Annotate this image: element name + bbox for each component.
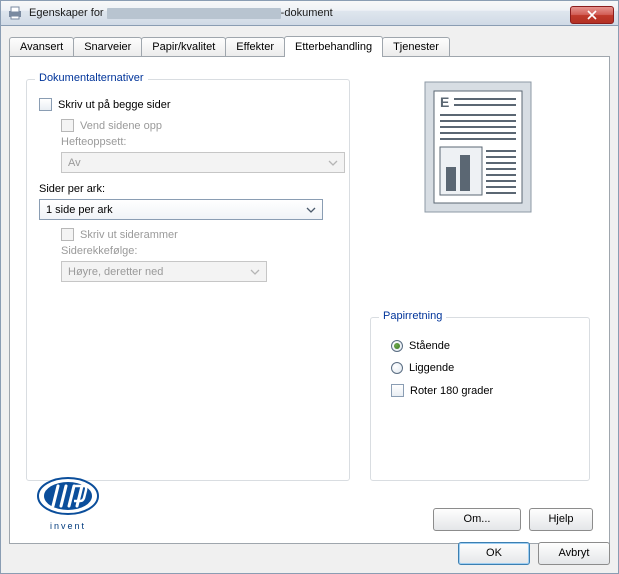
- combo-value: Høyre, deretter ned: [68, 266, 163, 278]
- dialog-client: Avansert Snarveier Papir/kvalitet Effekt…: [0, 26, 619, 574]
- printer-icon: [7, 5, 23, 21]
- titlebar: Egenskaper for -dokument: [0, 0, 619, 26]
- checkbox-icon: [61, 119, 74, 132]
- checkbox-icon: [391, 384, 404, 397]
- radio-label: Stående: [409, 340, 450, 352]
- tab-page-finishing: Dokumentalternativer Skriv ut på begge s…: [9, 56, 610, 544]
- group-legend: Papirretning: [379, 310, 446, 322]
- window-title: Egenskaper for -dokument: [29, 7, 570, 19]
- checkbox-page-borders: Skriv ut siderammer: [61, 228, 337, 241]
- chevron-down-icon: [247, 264, 262, 279]
- radio-icon: [391, 362, 403, 374]
- chevron-down-icon: [325, 155, 340, 170]
- checkbox-rotate-180[interactable]: Roter 180 grader: [391, 384, 577, 397]
- page-preview-icon: E: [424, 81, 536, 217]
- combo-page-order: Høyre, deretter ned: [61, 261, 267, 282]
- chevron-down-icon: [303, 202, 318, 217]
- group-document-options: Dokumentalternativer Skriv ut på begge s…: [26, 79, 350, 481]
- checkbox-print-both-sides[interactable]: Skriv ut på begge sider: [39, 98, 337, 111]
- radio-landscape[interactable]: Liggende: [391, 362, 577, 374]
- tab-paper[interactable]: Papir/kvalitet: [141, 37, 226, 56]
- radio-label: Liggende: [409, 362, 454, 374]
- combo-booklet: Av: [61, 152, 345, 173]
- checkbox-flip-up: Vend sidene opp: [61, 119, 337, 132]
- hp-logo: invent: [26, 476, 110, 531]
- group-orientation: Papirretning Stående Liggende Roter 180 …: [370, 317, 590, 481]
- checkbox-label: Roter 180 grader: [410, 385, 493, 397]
- radio-portrait[interactable]: Stående: [391, 340, 577, 352]
- combo-value: Av: [68, 157, 81, 169]
- dialog-buttons: OK Avbryt: [458, 542, 610, 565]
- checkbox-label: Vend sidene opp: [80, 120, 162, 132]
- checkbox-icon: [39, 98, 52, 111]
- svg-text:E: E: [440, 94, 449, 110]
- group-legend: Dokumentalternativer: [35, 72, 148, 84]
- tab-shortcuts[interactable]: Snarveier: [73, 37, 142, 56]
- label-pages-per-sheet: Sider per ark:: [39, 183, 337, 195]
- combo-pages-per-sheet[interactable]: 1 side per ark: [39, 199, 323, 220]
- checkbox-label: Skriv ut siderammer: [80, 229, 178, 241]
- radio-icon: [391, 340, 403, 352]
- cancel-button[interactable]: Avbryt: [538, 542, 610, 565]
- hp-invent-label: invent: [26, 521, 110, 531]
- ok-button[interactable]: OK: [458, 542, 530, 565]
- tab-row: Avansert Snarveier Papir/kvalitet Effekt…: [9, 34, 610, 56]
- label-booklet: Hefteoppsett:: [61, 136, 337, 148]
- tab-effects[interactable]: Effekter: [225, 37, 285, 56]
- checkbox-label: Skriv ut på begge sider: [58, 99, 171, 111]
- tab-finishing[interactable]: Etterbehandling: [284, 36, 383, 57]
- tab-advanced[interactable]: Avansert: [9, 37, 74, 56]
- tabpage-buttons: Om... Hjelp: [433, 508, 593, 531]
- label-page-order: Siderekkefølge:: [61, 245, 337, 257]
- help-button[interactable]: Hjelp: [529, 508, 593, 531]
- about-button[interactable]: Om...: [433, 508, 521, 531]
- close-button[interactable]: [570, 6, 614, 24]
- checkbox-icon: [61, 228, 74, 241]
- tab-services[interactable]: Tjenester: [382, 37, 450, 56]
- combo-value: 1 side per ark: [46, 204, 113, 216]
